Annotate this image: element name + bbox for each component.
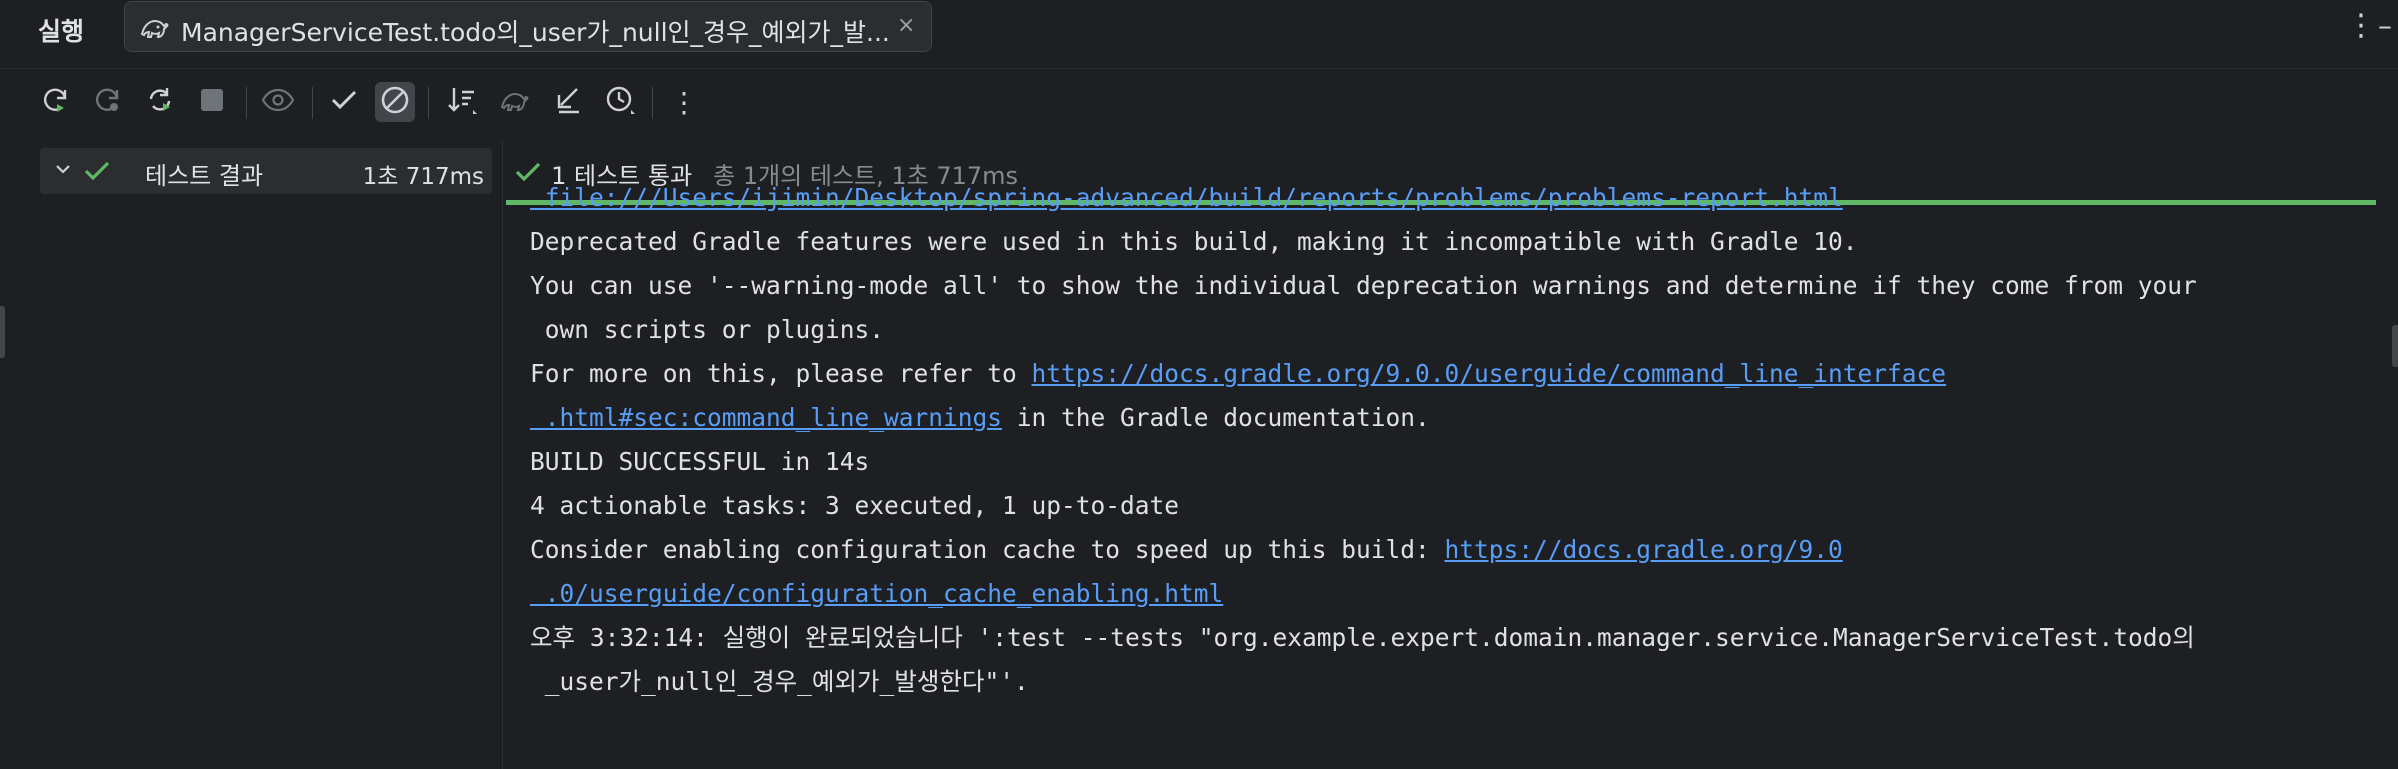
rerun-button[interactable] [36, 82, 76, 122]
checkmark-icon [329, 85, 359, 119]
import-tests-button[interactable] [496, 82, 536, 122]
show-ignored-filter-button[interactable] [375, 82, 415, 122]
collapse-icon [553, 85, 583, 119]
collapse-all-button[interactable] [548, 82, 588, 122]
stop-icon [199, 87, 225, 117]
chevron-down-icon[interactable] [52, 158, 74, 184]
toolbar-separator [312, 87, 313, 119]
run-config-tab[interactable]: ManagerServiceTest.todo의_user가_null인_경우_… [124, 1, 932, 52]
toolbar-separator [428, 87, 429, 119]
console-line: For more on this, please refer to https:… [530, 352, 2390, 396]
console-text: in the Gradle documentation. [1002, 403, 1430, 432]
stop-button[interactable] [192, 82, 232, 122]
console-line: Consider enabling configuration cache to… [530, 528, 2390, 572]
test-tree-root-duration: 1초 717ms [362, 164, 484, 190]
command-line-docs-link[interactable]: https://docs.gradle.org/9.0.0/userguide/… [1032, 359, 1947, 388]
command-line-docs-link-cont[interactable]: .html#sec:command_line_warnings [530, 403, 1002, 432]
console-line: .html#sec:command_line_warnings in the G… [530, 396, 2390, 440]
more-vertical-icon: ⋮ [670, 85, 698, 119]
console-line: Deprecated Gradle features were used in … [530, 227, 1858, 256]
test-history-button[interactable] [600, 82, 640, 122]
console-line: 4 actionable tasks: 3 executed, 1 up-to-… [530, 491, 1180, 520]
toolbar-more-button[interactable]: ⋮ [664, 82, 704, 122]
tab-title: ManagerServiceTest.todo의_user가_null인_경우_… [181, 18, 890, 47]
rerun-failed-button[interactable] [88, 82, 128, 122]
config-cache-docs-link[interactable]: https://docs.gradle.org/9.0 [1445, 535, 1843, 564]
show-passed-filter-button[interactable] [324, 82, 364, 122]
console-output[interactable]: file:///Users/ijimin/Desktop/spring-adva… [530, 183, 2390, 704]
close-tab-icon[interactable]: × [897, 13, 915, 38]
eye-icon [261, 85, 295, 119]
console-text: For more on this, please refer to [530, 359, 1032, 388]
console-line: file:///Users/ijimin/Desktop/spring-adva… [530, 176, 2390, 220]
sort-button[interactable] [442, 82, 482, 122]
show-passed-button[interactable] [258, 82, 298, 122]
toolbar-separator [246, 87, 247, 119]
rerun-icon [41, 85, 71, 119]
console-line: _user가_null인_경우_예외가_발생한다"'. [530, 667, 1029, 696]
test-tree-root[interactable]: 테스트 결과 1초 717ms [40, 148, 492, 194]
console-line: .0/userguide/configuration_cache_enablin… [530, 572, 2390, 616]
console-line: 오후 3:32:14: 실행이 완료되었습니다 ':test --tests "… [530, 623, 2195, 652]
console-panel: 1 테스트 통과 총 1개의 테스트, 1초 717ms file:///Use… [504, 140, 2398, 769]
console-line: BUILD SUCCESSFUL in 14s [530, 447, 870, 476]
elephant-icon [499, 85, 533, 119]
toolbar-separator [652, 87, 653, 119]
config-cache-docs-link-cont[interactable]: .0/userguide/configuration_cache_enablin… [530, 579, 1224, 608]
sort-icon [446, 84, 478, 120]
console-line: own scripts or plugins. [530, 315, 885, 344]
more-options-icon[interactable]: ⋮ [2346, 8, 2376, 43]
rerun-failed-icon [93, 85, 123, 119]
passed-check-icon [83, 158, 111, 188]
run-window-title: 실행 [38, 17, 85, 46]
minimize-icon[interactable]: – [2378, 9, 2392, 42]
run-tab-bar: 실행 ManagerServiceTest.todo의_user가_null인_… [0, 0, 2398, 69]
test-tree-root-label: 테스트 결과 [145, 162, 264, 190]
auto-rerun-icon [145, 85, 175, 119]
test-tree-panel: 테스트 결과 1초 717ms [15, 140, 503, 769]
console-line: You can use '--warning-mode all' to show… [530, 271, 2197, 300]
console-text: Consider enabling configuration cache to… [530, 535, 1445, 564]
toggle-auto-test-button[interactable] [140, 82, 180, 122]
clock-icon [604, 84, 636, 120]
console-scrollbar[interactable] [2392, 325, 2398, 367]
gradle-icon [139, 12, 169, 44]
problems-report-link[interactable]: file:///Users/ijimin/Desktop/spring-adva… [530, 183, 1843, 212]
ignored-icon [379, 84, 411, 120]
run-toolbar: ⋮ [0, 69, 2398, 137]
side-panel-handle[interactable] [0, 306, 5, 358]
